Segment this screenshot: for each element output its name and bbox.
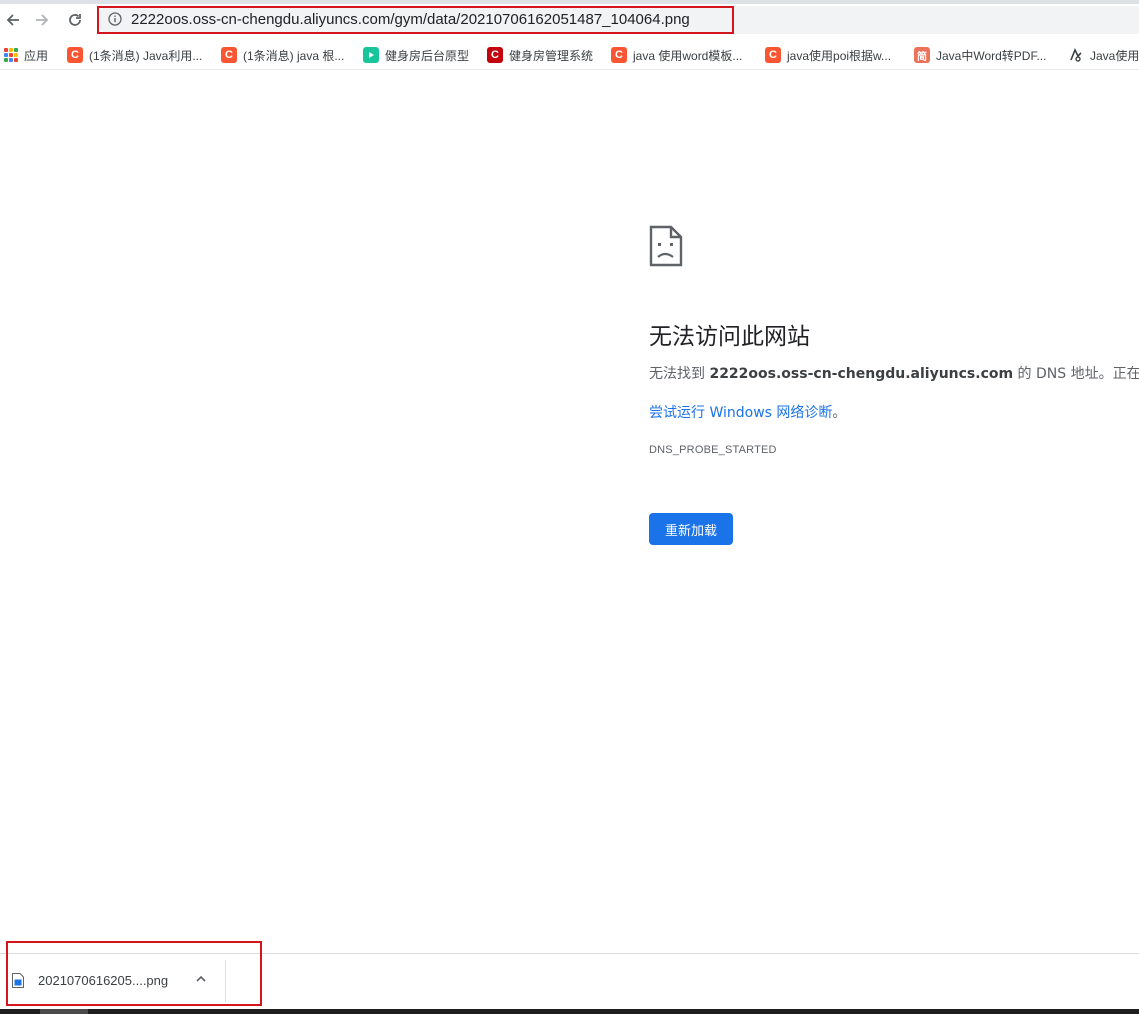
url-highlight-box (97, 6, 734, 34)
diagnostics-link-suffix: 。 (832, 405, 847, 421)
bookmark-label: (1条消息) Java利用... (89, 48, 203, 63)
bookmark-item[interactable]: Java使用 (1068, 46, 1139, 64)
error-code: DNS_PROBE_STARTED (649, 444, 777, 456)
diagnostics-link[interactable]: 尝试运行 Windows 网络诊断 (649, 405, 832, 421)
bookmark-item[interactable]: C (1条消息) java 根... (221, 46, 344, 64)
reload-toolbar-button[interactable] (62, 7, 88, 33)
bookmark-label: Java中Word转PDF... (936, 48, 1047, 63)
taskbar-item[interactable] (40, 1009, 88, 1014)
c-logo-icon: C (487, 47, 503, 63)
download-highlight-box (6, 941, 262, 1006)
bookmark-label: java使用poi根据w... (787, 48, 892, 63)
reload-button[interactable]: 重新加载 (649, 513, 733, 545)
back-button[interactable] (0, 7, 26, 33)
bookmark-label: java 使用word模板... (633, 48, 743, 63)
browser-toolbar: 2222oos.oss-cn-chengdu.aliyuncs.com/gym/… (0, 4, 1139, 38)
error-title: 无法访问此网站 (649, 324, 810, 350)
csdn-icon: C (611, 47, 627, 63)
bookmark-apps[interactable]: 应用 (4, 46, 48, 64)
bookmark-label: 应用 (24, 48, 49, 63)
bookmark-label: 健身房后台原型 (385, 48, 470, 63)
bookmark-item[interactable]: C 健身房管理系统 (487, 46, 593, 64)
taskbar (0, 1009, 1139, 1014)
back-arrow-icon (6, 14, 19, 26)
bookmark-item[interactable]: C (1条消息) Java利用... (67, 46, 202, 64)
bookmark-item[interactable]: 健身房后台原型 (363, 46, 469, 64)
desc-suffix: 的 DNS 地址。正在诊断 (1017, 366, 1139, 382)
bookmark-label: Java使用 (1090, 48, 1139, 63)
desc-host: 2222oos.oss-cn-chengdu.aliyuncs.com (709, 366, 1014, 382)
desc-prefix: 无法找到 (649, 366, 710, 382)
jianshu-icon: 简 (914, 47, 930, 63)
csdn-icon: C (765, 47, 781, 63)
csdn-icon: C (221, 47, 237, 63)
bookmark-item[interactable]: 简 Java中Word转PDF... (914, 46, 1046, 64)
apps-grid-icon (4, 48, 18, 62)
diagnostics-link-line: 尝试运行 Windows 网络诊断。 (649, 402, 846, 422)
sad-page-icon (649, 225, 683, 267)
bookmark-item[interactable]: C java使用poi根据w... (765, 46, 891, 64)
bookmark-item[interactable]: C java 使用word模板... (611, 46, 742, 64)
error-description: 无法找到 2222oos.oss-cn-chengdu.aliyuncs.com… (649, 363, 1139, 383)
bookmark-icon (1070, 48, 1082, 62)
bookmarks-bar: 应用 C (1条消息) Java利用... C (1条消息) java 根...… (0, 40, 1139, 70)
reload-icon (69, 14, 81, 26)
forward-button[interactable] (29, 7, 55, 33)
csdn-icon: C (67, 47, 83, 63)
forward-arrow-icon (36, 14, 49, 26)
play-icon (363, 47, 379, 63)
bookmark-label: 健身房管理系统 (509, 48, 594, 63)
bookmark-label: (1条消息) java 根... (243, 48, 345, 63)
